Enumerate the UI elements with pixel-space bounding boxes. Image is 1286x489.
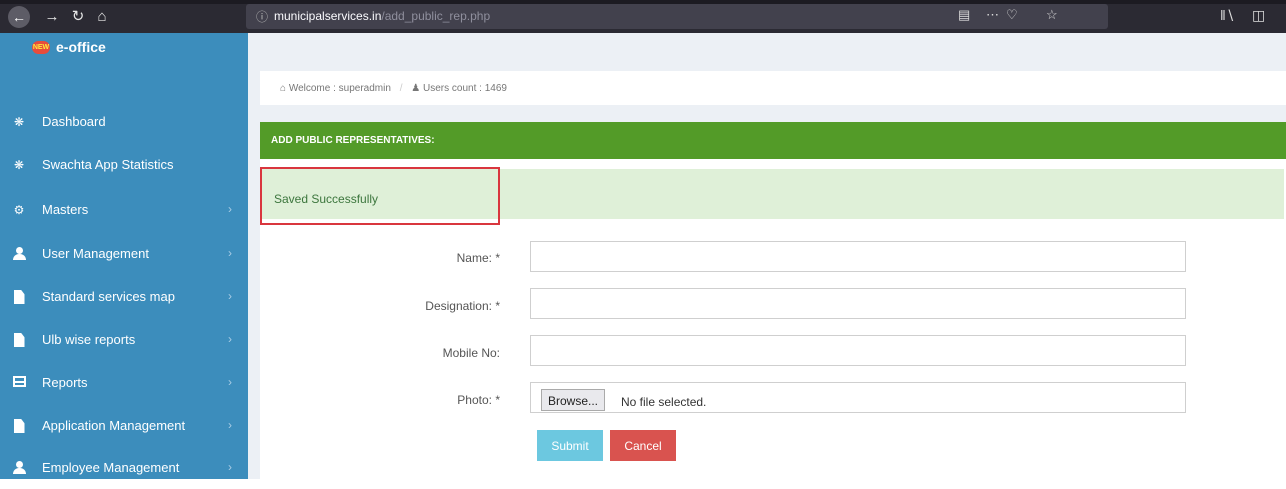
sidebar-toggle-icon[interactable]: ◫ — [1252, 7, 1265, 24]
mobile-input[interactable] — [530, 335, 1186, 366]
cancel-button[interactable]: Cancel — [610, 430, 676, 461]
file-icon — [12, 419, 26, 433]
sidebar-item-label: Dashboard — [42, 114, 106, 129]
url-domain: municipalservices.in — [274, 9, 382, 23]
arrow-left-icon: ← — [12, 9, 26, 25]
sidebar-item-application-management[interactable]: Application Management › — [0, 407, 248, 447]
info-icon: ⓘ — [256, 10, 269, 24]
back-button[interactable]: ← — [8, 6, 30, 28]
sidebar-item-label: Standard services map — [42, 289, 175, 304]
sidebar-item-dashboard[interactable]: ❋ Dashboard — [0, 103, 248, 143]
sidebar-item-swachta-app-statistics[interactable]: ❋ Swachta App Statistics — [0, 146, 248, 186]
address-bar[interactable]: ⓘ municipalservices.in/add_public_rep.ph… — [246, 4, 1108, 29]
file-icon — [12, 333, 26, 347]
page-actions-icon[interactable]: ⋯ — [986, 7, 999, 23]
sidebar-item-standard-services-map[interactable]: Standard services map › — [0, 278, 248, 318]
sidebar-item-label: Reports — [42, 375, 88, 390]
pocket-icon[interactable]: ♡ — [1006, 7, 1018, 23]
submit-button[interactable]: Submit — [537, 430, 603, 461]
photo-file-input[interactable]: Browse... No file selected. — [530, 382, 1186, 413]
home-icon: ⌂ — [97, 8, 107, 25]
photo-label: Photo: * — [457, 393, 500, 407]
sidebar-item-ulb-wise-reports[interactable]: Ulb wise reports › — [0, 321, 248, 361]
sidebar-item-masters[interactable]: ⚙ Masters › — [0, 191, 248, 231]
name-input[interactable] — [530, 241, 1186, 272]
brand-logo[interactable]: NEW e-office — [32, 39, 106, 55]
url-path: /add_public_rep.php — [381, 9, 491, 23]
breadcrumb-box: ⌂ Welcome : superadmin / ♟ Users count :… — [260, 71, 1286, 105]
mobile-label: Mobile No: — [442, 346, 500, 360]
chevron-right-icon: › — [228, 289, 232, 303]
chevron-right-icon: › — [228, 246, 232, 260]
sidebar-item-label: Masters — [42, 202, 89, 217]
home-icon: ⌂ — [280, 83, 287, 94]
sidebar-item-label: Application Management — [42, 418, 186, 433]
arrow-right-icon: → — [44, 8, 60, 25]
sidebar-item-user-management[interactable]: User Management › — [0, 235, 248, 275]
sidebar-item-reports[interactable]: Reports › — [0, 364, 248, 404]
designation-input[interactable] — [530, 288, 1186, 319]
library-icon[interactable]: ‖∖ — [1220, 7, 1235, 24]
users-icon — [12, 461, 26, 475]
reload-icon: ↻ — [71, 8, 85, 25]
name-label: Name: * — [456, 251, 500, 265]
sidebar-item-employee-management[interactable]: Employee Management › — [0, 449, 248, 489]
sidebar-item-label: Swachta App Statistics — [42, 157, 174, 172]
gear-icon: ⚙ — [13, 203, 25, 217]
breadcrumb: ⌂ Welcome : superadmin / ♟ Users count :… — [280, 83, 507, 94]
designation-label: Designation: * — [425, 299, 500, 313]
reload-button[interactable]: ↻ — [68, 6, 88, 28]
breadcrumb-users-count: Users count : 1469 — [423, 83, 507, 94]
browse-button[interactable]: Browse... — [541, 389, 606, 411]
no-file-text: No file selected. — [621, 395, 707, 409]
dashboard-icon: ❋ — [13, 158, 25, 172]
sidebar-item-label: User Management — [42, 246, 149, 261]
panel-header: ADD PUBLIC REPRESENTATIVES: — [260, 122, 1286, 159]
user-icon: ♟ — [411, 83, 421, 94]
user-icon — [12, 247, 26, 261]
home-button[interactable]: ⌂ — [92, 6, 112, 28]
dashboard-icon: ❋ — [13, 115, 25, 129]
sidebar-item-label: Employee Management — [42, 460, 180, 475]
chevron-right-icon: › — [228, 332, 232, 346]
chevron-right-icon: › — [228, 375, 232, 389]
bookmark-star-icon[interactable]: ☆ — [1046, 7, 1058, 23]
reader-view-icon[interactable]: ▤ — [958, 7, 970, 23]
browser-toolbar: ← → ↻ ⌂ ⓘ municipalservices.in/add_publi… — [0, 0, 1286, 33]
chevron-right-icon: › — [228, 202, 232, 216]
chevron-right-icon: › — [228, 418, 232, 432]
report-icon — [12, 376, 26, 390]
forward-button[interactable]: → — [42, 6, 62, 28]
chevron-right-icon: › — [228, 460, 232, 474]
panel-title: ADD PUBLIC REPRESENTATIVES: — [271, 135, 435, 146]
breadcrumb-separator: / — [399, 83, 403, 94]
sidebar: NEW e-office ❋ Dashboard ❋ Swachta App S… — [0, 33, 248, 479]
new-badge: NEW — [32, 40, 50, 54]
sidebar-item-label: Ulb wise reports — [42, 332, 136, 347]
brand-name: e-office — [56, 39, 106, 55]
file-icon — [12, 290, 26, 304]
address-url: municipalservices.in/add_public_rep.php — [274, 9, 490, 23]
breadcrumb-welcome: Welcome : superadmin — [288, 83, 391, 94]
highlight-box — [260, 167, 500, 225]
